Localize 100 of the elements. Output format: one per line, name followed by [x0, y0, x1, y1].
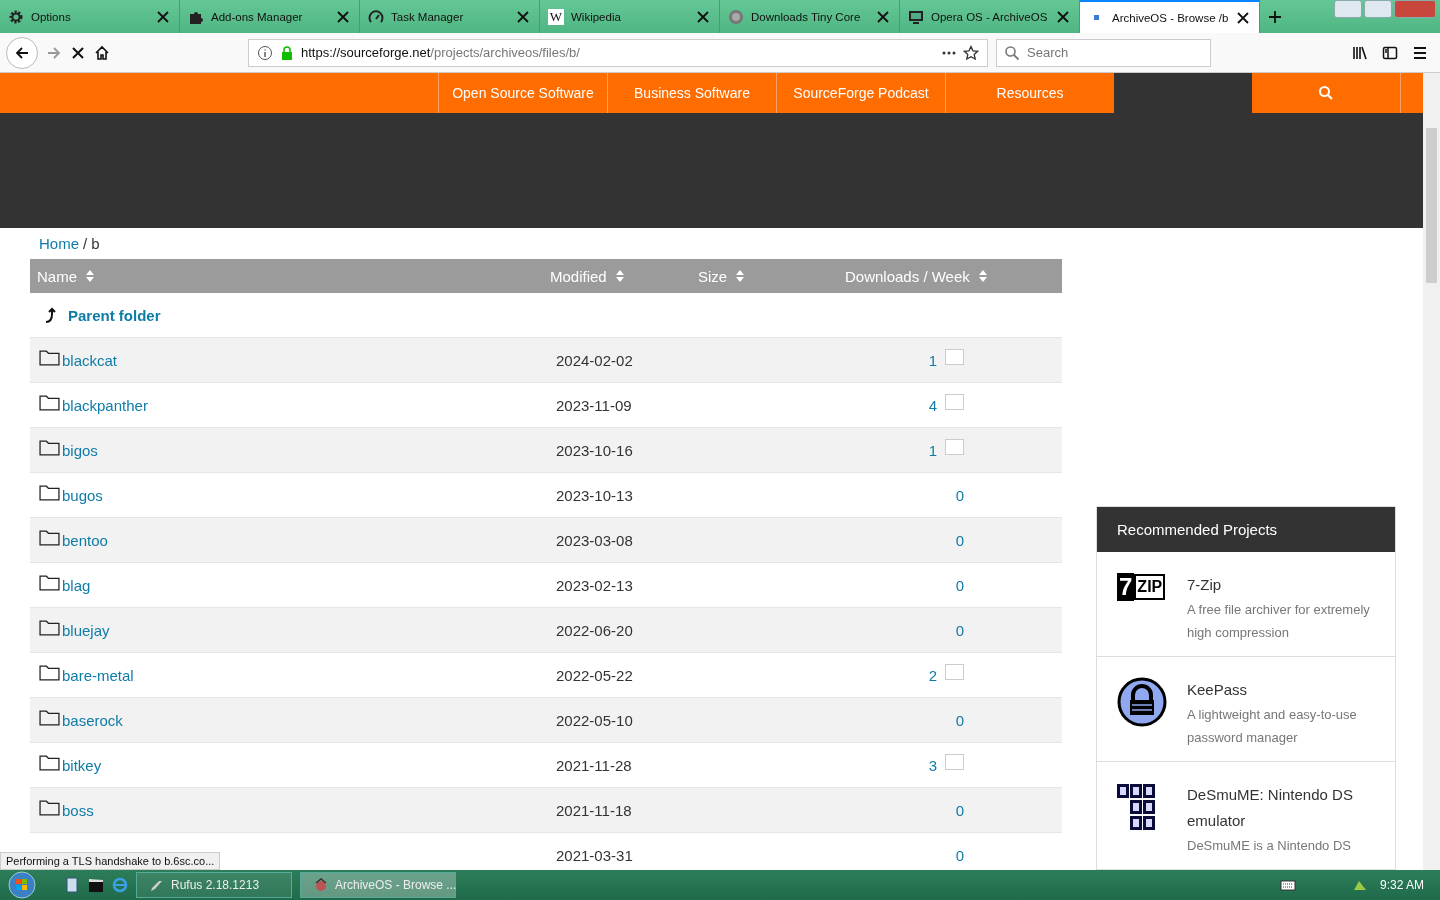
sort-icon[interactable]	[614, 268, 625, 284]
project-name[interactable]: 7-Zip	[1187, 572, 1375, 598]
disc-icon	[728, 8, 744, 25]
downloads-count[interactable]: 0	[955, 576, 964, 594]
downloads-count[interactable]: 1	[928, 351, 937, 369]
folder-link[interactable]: blackpanther	[62, 396, 148, 414]
downloads-count[interactable]: 4	[928, 396, 937, 414]
clock[interactable]: 9:32 AM	[1379, 878, 1424, 892]
stop-icon[interactable]	[70, 44, 86, 61]
tab-title: Task Manager	[391, 10, 465, 23]
panel-title: Recommended Projects	[1097, 507, 1395, 552]
plus-icon[interactable]	[1267, 8, 1283, 25]
downloads-count[interactable]: 0	[955, 846, 964, 864]
close-icon[interactable]	[155, 8, 171, 25]
breadcrumb-current: b	[91, 235, 100, 252]
tab-title: Options	[31, 10, 72, 23]
column-header[interactable]: Name	[37, 267, 77, 285]
project-description: A lightweight and easy-to-use password manager	[1187, 706, 1358, 747]
address-bar[interactable]: https://sourceforge.net/projects/archiveos/files/b/	[248, 38, 988, 67]
folder-link[interactable]: baserock	[62, 711, 123, 729]
url-text: https://sourceforge.net/projects/archiveos/files/b/	[301, 45, 581, 60]
folder-icon	[39, 708, 60, 726]
modified-cell-text: 2023-10-13	[555, 486, 634, 504]
gear-icon	[8, 8, 24, 25]
document-icon[interactable]	[64, 877, 80, 893]
project-description: A free file archiver for extremely high compression	[1187, 601, 1371, 642]
downloads-count[interactable]: 0	[955, 486, 964, 504]
search-icon	[1318, 85, 1334, 101]
sort-icon[interactable]	[85, 268, 95, 284]
folder-icon	[39, 663, 60, 681]
gauge-icon	[368, 8, 384, 25]
downloads-count[interactable]: 0	[955, 801, 964, 819]
modified-cell-text: 2023-11-09	[555, 396, 633, 414]
search-field[interactable]: Search	[996, 38, 1211, 67]
downloads-count[interactable]: 2	[928, 666, 937, 684]
folder-link[interactable]: blag	[62, 576, 91, 594]
close-icon[interactable]	[335, 8, 351, 25]
browser-tab[interactable]: ArchiveOS - Browse /b	[1080, 0, 1260, 33]
sort-icon[interactable]	[977, 268, 988, 284]
pixel-logo-icon	[1117, 782, 1157, 832]
folder-link[interactable]: bitkey	[62, 756, 102, 774]
folder-link[interactable]: bugos	[62, 486, 103, 504]
forward-icon[interactable]	[46, 44, 62, 61]
close-icon[interactable]	[695, 8, 711, 25]
project-name[interactable]: DeSmuME: Nintendo DS emulator	[1187, 782, 1375, 834]
downloads-count[interactable]: 0	[955, 531, 964, 549]
downloads-count[interactable]: 1	[928, 441, 937, 459]
tab-title: Add-ons Manager	[211, 10, 304, 23]
close-icon[interactable]	[1235, 9, 1252, 26]
info-icon[interactable]	[257, 44, 273, 61]
page-icon	[1094, 15, 1099, 20]
tab-title: ArchiveOS - Browse /b	[1112, 11, 1229, 24]
back-button[interactable]	[6, 36, 38, 69]
tab-title: Wikipedia	[571, 10, 622, 23]
column-header[interactable]: Modified	[550, 267, 607, 285]
search-icon	[1004, 44, 1020, 61]
column-header[interactable]: Size	[698, 267, 728, 285]
clapper-icon[interactable]	[88, 877, 104, 893]
breadcrumb-link[interactable]: Home	[39, 235, 79, 252]
folder-icon	[39, 528, 60, 546]
keyboard-icon[interactable]	[1279, 877, 1296, 893]
folder-icon	[39, 483, 60, 501]
folder-icon	[39, 798, 60, 816]
wikipedia-icon: W	[548, 8, 564, 25]
close-icon[interactable]	[515, 8, 531, 25]
lock-icon	[279, 44, 295, 61]
downloads-count[interactable]: 0	[955, 711, 964, 729]
folder-link[interactable]: bigos	[62, 441, 98, 459]
folder-link[interactable]: boss	[62, 801, 94, 819]
sort-icon[interactable]	[735, 268, 746, 284]
downloads-count[interactable]: 3	[928, 756, 937, 774]
taskbar-button[interactable]: Rufus 2.18.1213	[136, 872, 292, 898]
scrollbar[interactable]	[1423, 73, 1440, 870]
column-header[interactable]: Downloads / Week	[845, 267, 970, 285]
start-button[interactable]	[8, 871, 36, 899]
library-icon[interactable]	[1352, 44, 1368, 61]
folder-link[interactable]: bentoo	[62, 531, 108, 549]
taskbar-button[interactable]: ArchiveOS - Browse ...	[300, 872, 456, 898]
folder-icon	[39, 618, 60, 636]
menu-icon[interactable]	[1412, 44, 1428, 61]
folder-link[interactable]: bare-metal	[62, 666, 134, 684]
close-icon[interactable]	[875, 8, 891, 25]
sidebar-icon[interactable]	[1382, 44, 1398, 61]
folder-link[interactable]: bluejay	[62, 621, 110, 639]
modified-cell-text: 2021-11-28	[555, 756, 633, 774]
modified-cell-text: 2023-02-13	[555, 576, 634, 594]
project-name[interactable]: KeePass	[1187, 677, 1375, 703]
modified-cell-text: 2022-06-20	[555, 621, 634, 639]
close-icon[interactable]	[1055, 8, 1071, 25]
parent-folder-link[interactable]: Parent folder	[68, 306, 161, 324]
back-arrow-icon	[14, 44, 30, 61]
star-icon[interactable]	[963, 44, 979, 61]
status-text: Performing a TLS handshake to b.6sc.co...	[0, 852, 221, 870]
folder-link[interactable]: blackcat	[62, 351, 118, 369]
home-icon[interactable]	[94, 44, 110, 61]
seven-zip-logo: 7 ZIP	[1117, 572, 1167, 602]
modified-cell-text: 2023-10-16	[555, 441, 634, 459]
modified-cell-text: 2021-11-18	[555, 801, 633, 819]
downloads-count[interactable]: 0	[955, 621, 964, 639]
tab-title: Downloads Tiny Core	[751, 10, 862, 23]
